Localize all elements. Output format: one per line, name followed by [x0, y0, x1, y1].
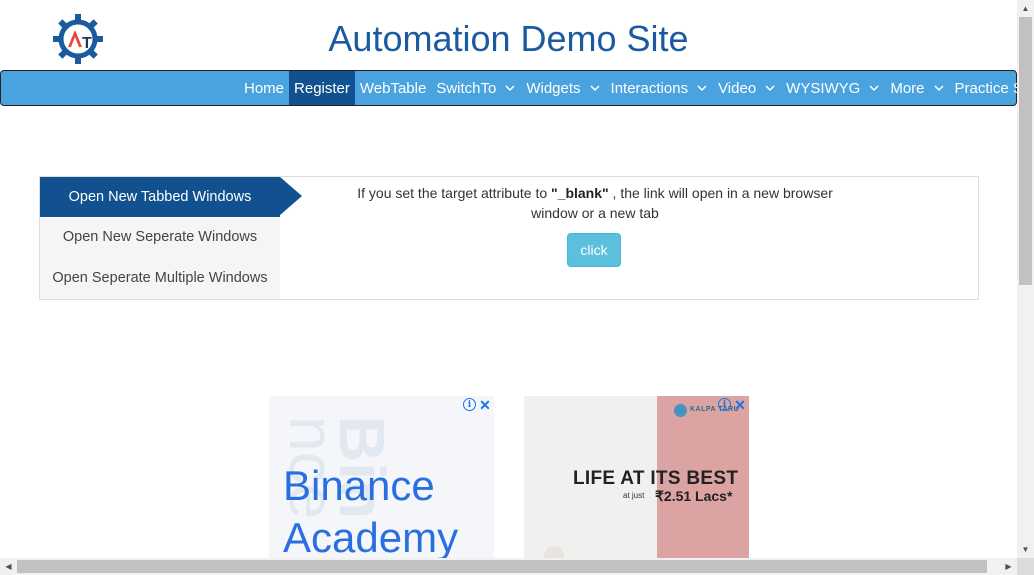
nav-item-label: More [890, 79, 925, 97]
nav-item-label: Widgets [526, 79, 581, 97]
nav-item-label: Home [244, 79, 285, 97]
horizontal-scrollbar[interactable]: ◀ ▶ [0, 558, 1017, 575]
nav-item-register[interactable]: Register [289, 71, 355, 105]
nav-item-home[interactable]: Home [239, 71, 289, 105]
nav-item-switchto[interactable]: SwitchTo [431, 71, 521, 105]
ad-info-icon[interactable]: i [718, 398, 731, 411]
nav-item-label: Interactions [610, 79, 689, 97]
site-title: Automation Demo Site [328, 18, 689, 59]
ad2-subtext: at just [623, 491, 645, 500]
tab-list: Open New Tabbed Windows Open New Seperat… [40, 177, 280, 299]
tab-content-text-before: If you set the target attribute to [357, 185, 552, 201]
nav-list: Home Register WebTable SwitchTo Widgets Inter… [239, 71, 1017, 105]
ad-close-icon[interactable]: ✕ [478, 398, 492, 412]
chevron-down-icon [934, 85, 944, 92]
nav-item-label: WYSIWYG [786, 79, 861, 97]
nav-item-practice-site[interactable]: Practice Site [950, 71, 1017, 105]
horizontal-scroll-thumb[interactable] [17, 560, 987, 573]
chevron-down-icon [765, 85, 775, 92]
tab-content-text: If you set the target attribute to "_bla… [350, 183, 840, 223]
ad-close-icon[interactable]: ✕ [733, 398, 747, 412]
active-tab-arrow [280, 177, 302, 215]
ad1-headline-1: Binance [283, 462, 435, 509]
ad2-controls: i ✕ [718, 398, 747, 412]
nav-item-label: Video [718, 79, 757, 97]
chevron-down-icon [505, 85, 515, 92]
chevron-down-icon [590, 85, 600, 92]
ad1-headline-2: Academy [283, 514, 459, 558]
scroll-down-arrow-icon[interactable]: ▼ [1017, 541, 1034, 558]
ad2-brand-logo-icon [674, 404, 687, 417]
nav-item-webtable[interactable]: WebTable [355, 71, 431, 105]
tab-open-new-tabbed-windows[interactable]: Open New Tabbed Windows [40, 177, 280, 217]
nav-item-label: Practice Site [954, 79, 1017, 97]
ad2-price: ₹2.51 Lacs* [655, 488, 733, 504]
switch-windows-panel: Open New Tabbed Windows Open New Seperat… [39, 176, 979, 300]
nav-item-more[interactable]: More [885, 71, 949, 105]
nav-item-wysiwyg[interactable]: WYSIWYG [781, 71, 885, 105]
tab-open-seperate-multiple-windows[interactable]: Open Seperate Multiple Windows [40, 258, 280, 298]
nav-item-label: WebTable [359, 79, 427, 97]
nav-item-video[interactable]: Video [713, 71, 781, 105]
nav-item-label: Register [294, 79, 350, 97]
main-navbar: Home Register WebTable SwitchTo Widgets Inter… [0, 70, 1017, 106]
advertisement-kalpataru[interactable]: KALPA TARU LIFE AT ITS BEST at just ₹2.5… [524, 396, 749, 558]
ad1-controls: i ✕ [463, 398, 492, 412]
scrollbar-corner [1017, 558, 1034, 575]
ad2-person-image [544, 546, 564, 558]
nav-item-interactions[interactable]: Interactions [606, 71, 714, 105]
chevron-down-icon [697, 85, 707, 92]
chevron-down-icon [869, 85, 879, 92]
nav-item-widgets[interactable]: Widgets [521, 71, 605, 105]
page-viewport: T Automation Demo Site Home Register WebTa… [0, 0, 1017, 558]
tab-open-new-seperate-windows[interactable]: Open New Seperate Windows [40, 217, 280, 257]
ad-info-icon[interactable]: i [463, 398, 476, 411]
vertical-scroll-thumb[interactable] [1019, 17, 1032, 285]
tab-content-text-bold: "_blank" [551, 185, 609, 201]
scroll-right-arrow-icon[interactable]: ▶ [1000, 558, 1017, 575]
scroll-left-arrow-icon[interactable]: ◀ [0, 558, 17, 575]
advertisement-binance[interactable]: nce Bin Binance Academy i ✕ [269, 396, 494, 558]
click-button[interactable]: click [567, 233, 621, 267]
ad2-headline: LIFE AT ITS BEST [573, 468, 739, 489]
vertical-scrollbar[interactable]: ▲ ▼ [1017, 0, 1034, 558]
scroll-up-arrow-icon[interactable]: ▲ [1017, 0, 1034, 17]
nav-item-label: SwitchTo [436, 79, 497, 97]
